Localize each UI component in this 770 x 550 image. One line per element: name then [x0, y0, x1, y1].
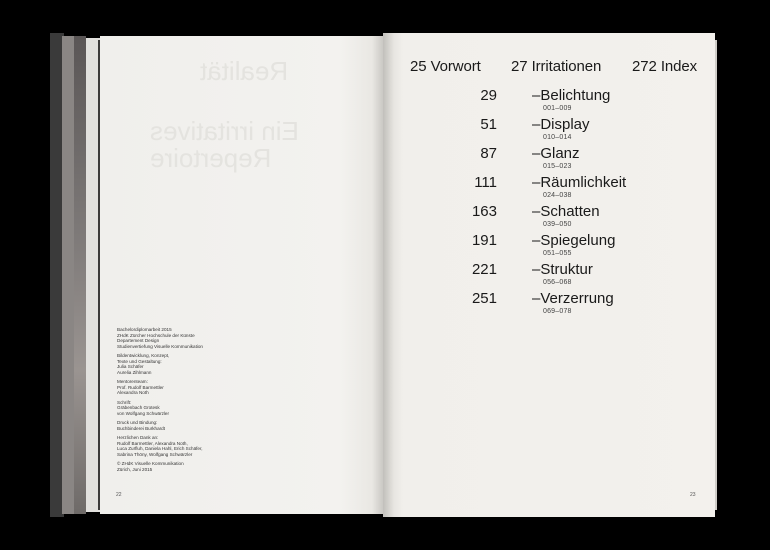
- chapter-page: 191: [471, 232, 497, 249]
- folio-left: 22: [116, 492, 122, 498]
- colophon-block: Bachelordiplomarbeit 2015 ZHdK Zürcher H…: [117, 327, 203, 349]
- toc-chapter: 51 –Display 010–014: [470, 116, 710, 144]
- toc-entry-irritationen: 27 Irritationen: [511, 58, 601, 75]
- colophon-block: Bildentwicklung, Konzept, Texte und Gest…: [117, 353, 170, 375]
- chapter-title: –Schatten: [532, 203, 600, 220]
- toc-label: Index: [660, 58, 698, 75]
- show-through-subtitle: Ein irritatives Repertoire: [150, 116, 299, 174]
- colophon-block: © ZHdK Visuelle Kommunikation Zürich, Ju…: [117, 461, 184, 472]
- chapter-range: 024–038: [543, 192, 572, 199]
- toc-chapter: 191 –Spiegelung 051–055: [470, 232, 710, 260]
- colophon-block: Schrift: Gräbenbach Grotesk von Wolfgang…: [117, 399, 170, 416]
- chapter-page: 29: [480, 87, 497, 104]
- chapter-title: –Struktur: [532, 261, 593, 278]
- chapter-title: –Display: [532, 116, 590, 133]
- gutter-shadow: [372, 33, 394, 517]
- book-edge-photo: [74, 36, 86, 514]
- toc-chapter: 111 –Räumlichkeit 024–038: [470, 174, 710, 202]
- toc-entry-vorwort: 25 Vorwort: [410, 58, 481, 75]
- chapter-page: 111: [474, 174, 497, 191]
- chapter-title: –Räumlichkeit: [532, 174, 627, 191]
- chapter-page: 251: [471, 290, 497, 307]
- colophon-block: Herzlichen Dank an: Rudolf Barmettler, A…: [117, 435, 203, 457]
- toc-chapter: 87 –Glanz 015–023: [470, 145, 710, 173]
- toc-chapter: 163 –Schatten 039–050: [470, 203, 710, 231]
- toc-page: 25: [410, 58, 427, 75]
- chapter-title: –Glanz: [532, 145, 580, 162]
- chapter-page: 51: [480, 116, 497, 133]
- show-through-title: Realität: [200, 56, 289, 86]
- chapter-title: –Belichtung: [532, 87, 611, 104]
- colophon-block: Druck und Bindung: Buchbinderei Burkhard…: [117, 420, 166, 431]
- chapter-range: 015–023: [543, 163, 572, 170]
- toc-label: Vorwort: [430, 58, 481, 75]
- toc-chapter: 221 –Struktur 056–068: [470, 261, 710, 289]
- toc-entry-index: 272 Index: [632, 58, 697, 75]
- toc-page: 272: [632, 58, 657, 75]
- toc-label: Irritationen: [531, 58, 602, 75]
- chapter-page: 221: [471, 261, 497, 278]
- toc-chapter: 29 –Belichtung 001–009: [470, 87, 710, 115]
- chapter-title: –Spiegelung: [532, 232, 616, 249]
- chapter-range: 010–014: [543, 134, 572, 141]
- folio-right: 23: [690, 492, 696, 498]
- chapter-page: 163: [471, 203, 497, 220]
- chapter-range: 056–068: [543, 279, 572, 286]
- colophon-block: Mentorenteam: Prof. Rudolf Barmettler Al…: [117, 379, 164, 395]
- chapter-title: –Verzerrung: [532, 290, 614, 307]
- chapter-range: 001–009: [543, 105, 572, 112]
- colophon: Bachelordiplomarbeit 2015 ZHdK Zürcher H…: [117, 327, 267, 476]
- chapter-page: 87: [480, 145, 497, 162]
- toc-chapter: 251 –Verzerrung 069–078: [470, 290, 710, 318]
- chapter-range: 039–050: [543, 221, 572, 228]
- chapter-range: 051–055: [543, 250, 572, 257]
- toc-page: 27: [511, 58, 528, 75]
- chapter-range: 069–078: [543, 308, 572, 315]
